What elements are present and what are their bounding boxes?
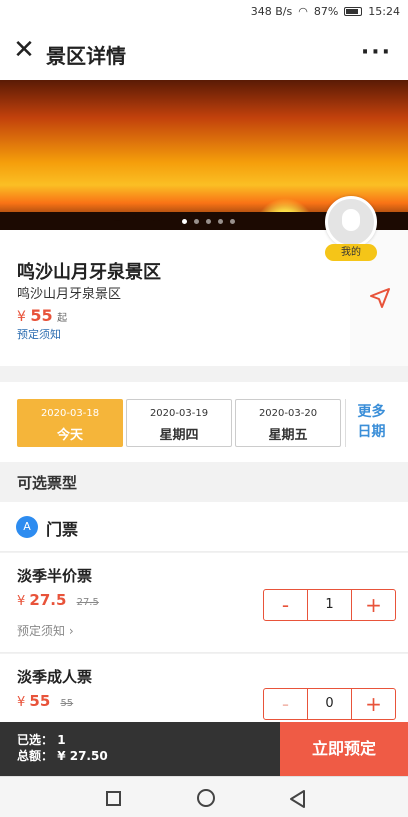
date-selector: 2020-03-18 今天 2020-03-19 星期四 2020-03-20 …: [0, 382, 408, 462]
ticket-name: 淡季成人票: [17, 668, 93, 686]
category-label: 门票: [46, 520, 79, 539]
total-value: ¥ 27.50: [57, 749, 108, 763]
my-profile-button[interactable]: 我的: [322, 196, 382, 266]
ticket-row: 淡季半价票 ¥ 27.5 27.5 预定须知 › - 1 +: [0, 553, 408, 653]
more-dates-line2: 日期: [357, 424, 386, 440]
book-now-button[interactable]: 立即预定: [280, 722, 408, 776]
quantity-stepper: - 1 +: [263, 589, 396, 621]
selected-label: 已选：: [17, 733, 54, 747]
avatar: [325, 196, 377, 248]
wifi-icon: ◠: [298, 5, 308, 18]
more-dates-button[interactable]: 更多 日期: [345, 399, 397, 447]
section-title: 可选票型: [17, 474, 78, 492]
ticket-row: 淡季成人票 ¥ 55 55 - 0 +: [0, 654, 408, 722]
carousel-dot[interactable]: [206, 219, 211, 224]
original-price: 55: [60, 698, 74, 709]
date-option-friday[interactable]: 2020-03-20 星期五: [235, 399, 341, 447]
total-label: 总额：: [17, 749, 54, 763]
page-title: 景区详情: [46, 44, 126, 68]
increase-button[interactable]: +: [351, 590, 395, 620]
price-value: 55: [30, 306, 53, 325]
date-text: 2020-03-19: [149, 408, 209, 419]
weekday-text: 星期四: [159, 428, 199, 443]
navigation-arrow-icon: [370, 288, 390, 308]
checkout-bar: 已选： 1 总额： ¥ 27.50 立即预定: [0, 722, 408, 776]
ticket-price: ¥ 27.5 27.5: [17, 591, 99, 609]
date-text: 2020-03-18: [40, 408, 100, 419]
date-option-thursday[interactable]: 2020-03-19 星期四: [126, 399, 232, 447]
more-dates-line1: 更多: [357, 404, 386, 420]
decrease-button[interactable]: -: [264, 590, 308, 620]
battery-icon: [344, 7, 363, 16]
increase-button[interactable]: +: [351, 689, 395, 719]
currency-symbol: ¥: [17, 309, 26, 325]
quantity-stepper: - 0 +: [263, 688, 396, 720]
decrease-button[interactable]: -: [264, 689, 308, 719]
app-bar: ✕ 景区详情 ···: [0, 24, 408, 80]
order-summary: 已选： 1 总额： ¥ 27.50: [0, 722, 280, 776]
booking-notice-link[interactable]: 预定须知: [17, 326, 61, 342]
recent-apps-icon[interactable]: [106, 791, 121, 806]
scenic-name: 鸣沙山月牙泉景区: [17, 262, 161, 283]
quantity-value[interactable]: 0: [308, 689, 351, 719]
my-profile-label: 我的: [325, 244, 377, 261]
ticket-price: ¥ 55 55: [17, 692, 73, 710]
starting-price: ¥ 55 起: [17, 306, 67, 325]
system-navigation-bar: [0, 776, 408, 817]
selected-value: 1: [57, 733, 66, 747]
more-options-icon[interactable]: ···: [361, 40, 392, 65]
carousel-dot[interactable]: [218, 219, 223, 224]
ticket-types-header: 可选票型: [0, 462, 408, 502]
quantity-value[interactable]: 1: [308, 590, 351, 620]
ticket-category: A 门票: [0, 502, 408, 552]
home-icon[interactable]: [197, 789, 215, 807]
clock: 15:24: [368, 5, 400, 18]
currency-symbol: ¥: [17, 594, 26, 609]
close-icon[interactable]: ✕: [12, 37, 36, 63]
date-text: 2020-03-20: [258, 408, 318, 419]
carousel-dot[interactable]: [230, 219, 235, 224]
price-value: 27.5: [29, 591, 67, 609]
selected-count: 已选： 1: [17, 732, 280, 748]
weekday-text: 今天: [56, 428, 83, 443]
price-suffix: 起: [57, 313, 68, 324]
scenic-subtitle: 鸣沙山月牙泉景区: [17, 287, 122, 302]
currency-symbol: ¥: [17, 695, 26, 710]
total-amount: 总额： ¥ 27.50: [17, 748, 280, 764]
carousel-dots: [182, 219, 235, 224]
weekday-text: 星期五: [268, 428, 308, 443]
category-badge-icon: A: [16, 516, 38, 538]
ticket-notice-link[interactable]: 预定须知 ›: [17, 622, 74, 639]
carousel-dot[interactable]: [194, 219, 199, 224]
battery-percent: 87%: [313, 5, 339, 18]
date-option-today[interactable]: 2020-03-18 今天: [17, 399, 123, 447]
ticket-name: 淡季半价票: [17, 567, 93, 585]
network-speed: 348 B/s: [250, 5, 293, 18]
original-price: 27.5: [76, 597, 99, 608]
status-bar: 348 B/s ◠ 87% 15:24: [0, 0, 408, 24]
back-icon[interactable]: [288, 789, 306, 809]
price-value: 55: [29, 692, 51, 710]
carousel-dot[interactable]: [182, 219, 187, 224]
